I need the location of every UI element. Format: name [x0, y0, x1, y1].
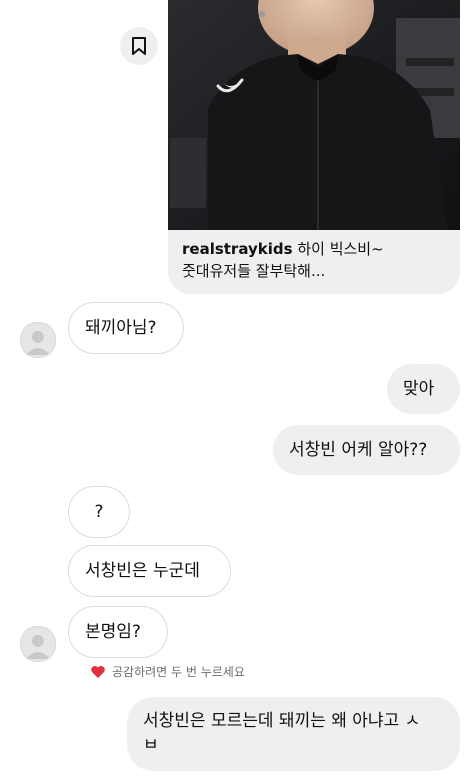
post-caption: realstraykids 하이 빅스비~ 줏대유저들 잘부탁해... [182, 238, 450, 282]
post-photo [168, 0, 460, 230]
message-bubble-outgoing[interactable]: 서창빈은 모르는데 돼끼는 왜 아냐고 ㅅ ㅂ [127, 697, 460, 771]
message-bubble-incoming[interactable]: 서창빈은 누군데 [68, 545, 231, 597]
reaction-hint: 공감하려면 두 번 누르세요 [90, 663, 245, 680]
post-caption-line2: 줏대유저들 잘부탁해... [182, 262, 326, 280]
message-text: 돼끼아님? [85, 318, 157, 338]
message-bubble-outgoing[interactable]: 맞아 [387, 364, 460, 414]
message-text: 서창빈 어케 알아?? [289, 440, 428, 460]
save-post-button[interactable] [120, 27, 158, 65]
message-bubble-incoming[interactable]: ? [68, 486, 130, 538]
avatar[interactable] [20, 322, 56, 358]
post-caption-line1: 하이 빅스비~ [297, 240, 384, 258]
message-text: ? [94, 502, 104, 522]
post-username[interactable]: realstraykids [182, 240, 293, 258]
message-text-continued: ㅂ [143, 735, 159, 755]
shared-post-card[interactable]: realstraykids 하이 빅스비~ 줏대유저들 잘부탁해... [168, 0, 460, 294]
bookmark-icon [132, 37, 146, 55]
heart-icon [91, 665, 105, 678]
message-bubble-incoming[interactable]: 본명임? [68, 606, 168, 658]
message-bubble-incoming[interactable]: 돼끼아님? [68, 302, 184, 354]
message-bubble-outgoing[interactable]: 서창빈 어케 알아?? [273, 425, 460, 475]
message-text: 서창빈은 누군데 [85, 561, 200, 581]
message-text: 맞아 [403, 379, 435, 399]
reaction-hint-text: 공감하려면 두 번 누르세요 [112, 665, 245, 679]
avatar[interactable] [20, 626, 56, 662]
message-text: 서창빈은 모르는데 돼끼는 왜 아냐고 ㅅ [143, 711, 421, 731]
message-text: 본명임? [85, 622, 141, 642]
